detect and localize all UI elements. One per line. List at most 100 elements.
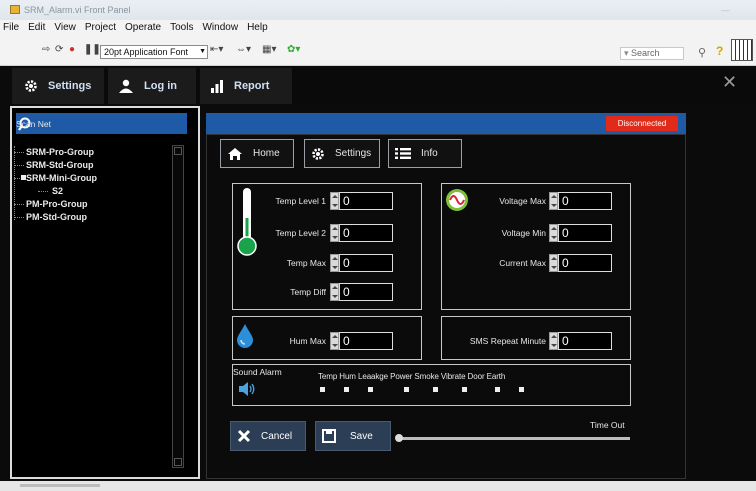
scan-net-label: Scan Net	[16, 118, 51, 129]
nav-report-button[interactable]: Report	[200, 68, 292, 104]
nav-login-label: Log in	[144, 80, 177, 92]
hum-max-value[interactable]: 0	[339, 332, 393, 350]
menu-operate[interactable]: Operate	[125, 22, 161, 33]
temp-level2-field[interactable]: 0	[330, 224, 393, 242]
alarm-hum-checkbox[interactable]	[344, 387, 349, 392]
timeout-slider-track[interactable]	[398, 437, 630, 440]
pause-icon[interactable]: ❚❚	[84, 44, 101, 55]
menu-view[interactable]: View	[54, 22, 76, 33]
horizontal-scrollbar[interactable]	[20, 484, 100, 487]
menu-file[interactable]: File	[3, 22, 19, 33]
sms-repeat-value[interactable]: 0	[558, 332, 612, 350]
connector-pane-icon[interactable]	[731, 39, 753, 61]
menu-project[interactable]: Project	[85, 22, 116, 33]
voltage-min-field[interactable]: 0	[549, 224, 612, 242]
thermometer-icon	[237, 188, 257, 256]
search-input[interactable]: ▾ Search	[620, 47, 684, 60]
temp-level2-value[interactable]: 0	[339, 224, 393, 242]
resize-icon[interactable]: ▦▾	[262, 44, 276, 55]
stepper-icon[interactable]	[549, 192, 558, 210]
stepper-icon[interactable]	[330, 192, 339, 210]
cancel-button[interactable]: Cancel	[230, 421, 306, 451]
sms-repeat-field[interactable]: 0	[549, 332, 612, 350]
connection-status-badge: Disconnected	[606, 116, 678, 131]
abort-icon[interactable]: ●	[69, 44, 75, 55]
tree-subitem[interactable]: S2	[26, 185, 97, 198]
hum-max-field[interactable]: 0	[330, 332, 393, 350]
menu-help[interactable]: Help	[247, 22, 268, 33]
current-max-field[interactable]: 0	[549, 254, 612, 272]
tab-home[interactable]: Home	[220, 139, 294, 168]
temp-max-value[interactable]: 0	[339, 254, 393, 272]
window-control-icon[interactable]: —	[721, 0, 730, 20]
alarm-leakage-checkbox[interactable]	[368, 387, 373, 392]
scroll-up-button[interactable]	[174, 147, 182, 155]
tree-item[interactable]: SRM-Std-Group	[14, 159, 97, 172]
tree-item-expanded[interactable]: SRM-Mini-Group	[14, 172, 97, 185]
save-label: Save	[350, 430, 373, 442]
run-arrow-icon[interactable]: ⇨	[42, 44, 50, 55]
stepper-icon[interactable]	[330, 224, 339, 242]
stepper-icon[interactable]	[549, 224, 558, 242]
tab-info-label: Info	[421, 148, 438, 159]
search-icon[interactable]: ⚲	[698, 46, 706, 59]
tab-info[interactable]: Info	[388, 139, 462, 168]
gear-icon	[311, 147, 325, 161]
help-icon[interactable]: ?	[716, 44, 723, 58]
alarm-door-checkbox[interactable]	[495, 387, 500, 392]
font-selector[interactable]: 20pt Application Font ▼	[100, 45, 208, 59]
alarm-smoke-checkbox[interactable]	[433, 387, 438, 392]
temp-level1-value[interactable]: 0	[339, 192, 393, 210]
stepper-icon[interactable]	[549, 254, 558, 272]
tree-item[interactable]: PM-Pro-Group	[14, 198, 97, 211]
voltage-min-value[interactable]: 0	[558, 224, 612, 242]
alarm-earth-checkbox[interactable]	[519, 387, 524, 392]
search-placeholder: Search	[631, 48, 660, 58]
menu-edit[interactable]: Edit	[28, 22, 45, 33]
stepper-icon[interactable]	[330, 332, 339, 350]
close-icon	[237, 429, 251, 443]
nav-report-label: Report	[234, 80, 270, 92]
menu-window[interactable]: Window	[202, 22, 238, 33]
temp-level1-field[interactable]: 0	[330, 192, 393, 210]
reorder-icon[interactable]: ✿▾	[287, 44, 300, 55]
tree-connector	[14, 146, 15, 220]
run-continuous-icon[interactable]: ⟳	[55, 44, 63, 55]
scroll-down-button[interactable]	[174, 458, 182, 466]
list-icon	[395, 147, 411, 160]
sound-alarm-title: Sound Alarm	[233, 367, 282, 377]
close-icon[interactable]: ✕	[722, 72, 737, 93]
floppy-disk-icon	[322, 429, 336, 443]
temp-diff-value[interactable]: 0	[339, 283, 393, 301]
voltage-max-value[interactable]: 0	[558, 192, 612, 210]
water-drop-icon	[237, 324, 253, 348]
tree-item[interactable]: PM-Std-Group	[14, 211, 97, 224]
expand-icon[interactable]	[21, 175, 26, 180]
align-icon[interactable]: ⇤▾	[210, 44, 223, 55]
gear-icon	[25, 80, 37, 92]
current-max-value[interactable]: 0	[558, 254, 612, 272]
tab-settings[interactable]: Settings	[304, 139, 380, 168]
timeout-slider-handle[interactable]	[395, 434, 403, 442]
humidity-group	[232, 316, 422, 360]
temp-max-label: Temp Max	[286, 258, 326, 268]
stepper-icon[interactable]	[330, 283, 339, 301]
temperature-group	[232, 183, 422, 310]
alarm-temp-checkbox[interactable]	[320, 387, 325, 392]
title-bar: SRM_Alarm.vi Front Panel —	[0, 0, 756, 20]
voltage-max-field[interactable]: 0	[549, 192, 612, 210]
stepper-icon[interactable]	[330, 254, 339, 272]
temp-max-field[interactable]: 0	[330, 254, 393, 272]
nav-login-button[interactable]: Log in	[108, 68, 196, 104]
distribute-icon[interactable]: ⇔▾	[236, 44, 251, 55]
alarm-vibrate-checkbox[interactable]	[462, 387, 467, 392]
menu-tools[interactable]: Tools	[170, 22, 193, 33]
scan-net-button[interactable]: Scan Net	[16, 113, 187, 134]
tree-item[interactable]: SRM-Pro-Group	[14, 146, 97, 159]
nav-settings-button[interactable]: Settings	[12, 68, 104, 104]
save-button[interactable]: Save	[315, 421, 391, 451]
stepper-icon[interactable]	[549, 332, 558, 350]
tree-scrollbar[interactable]	[172, 145, 184, 468]
temp-diff-field[interactable]: 0	[330, 283, 393, 301]
alarm-power-checkbox[interactable]	[404, 387, 409, 392]
